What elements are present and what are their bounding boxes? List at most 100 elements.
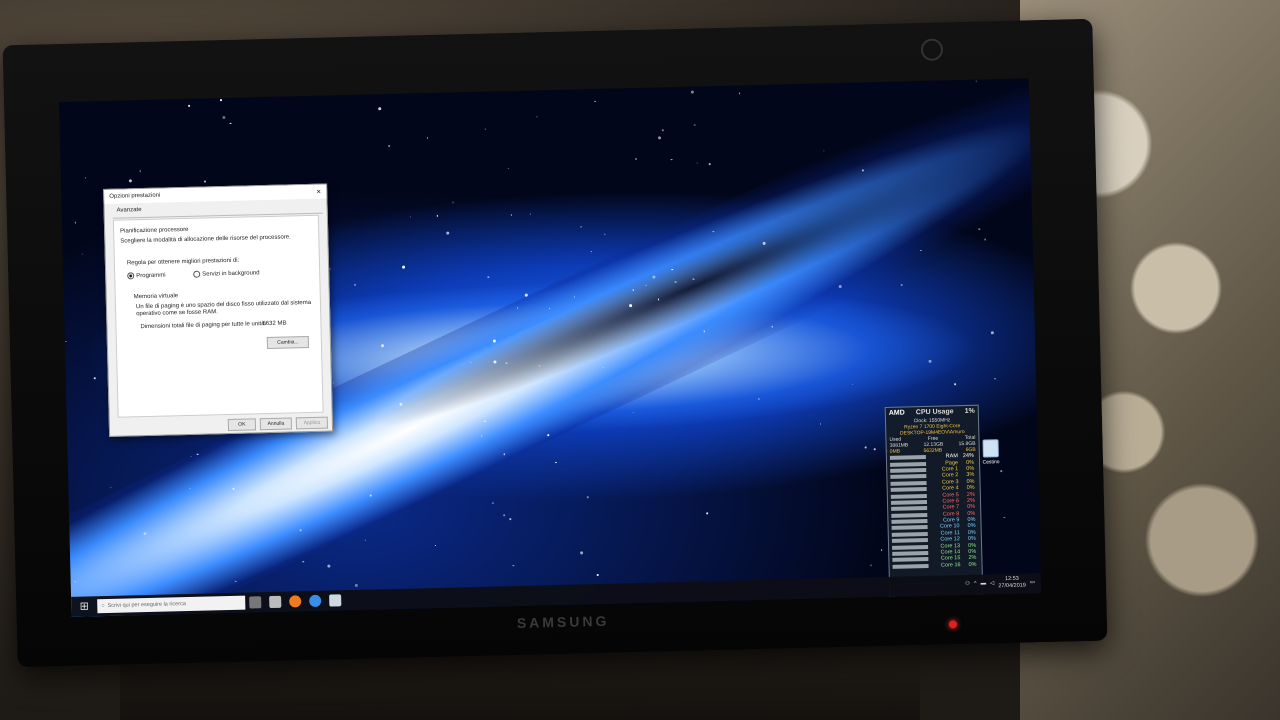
star — [299, 529, 302, 532]
chevron-up-icon[interactable]: ^ — [974, 581, 977, 587]
star — [657, 136, 661, 140]
star — [354, 584, 359, 588]
search-box[interactable]: ○ Scrivi qui per eseguire la ricerca — [97, 595, 246, 614]
star — [445, 231, 449, 235]
star — [188, 105, 190, 107]
star — [580, 226, 582, 228]
notifications-icon[interactable]: ▭ — [1030, 579, 1035, 585]
star — [548, 307, 551, 310]
processor-scheduling-desc: Scegliere la modalità di allocazione del… — [120, 234, 291, 245]
star — [671, 158, 673, 161]
star — [74, 221, 77, 224]
change-button[interactable]: Cambia... — [266, 336, 310, 350]
star — [505, 362, 508, 364]
app-icon[interactable] — [329, 594, 342, 607]
virtual-memory-desc-2: operativo come se fosse RAM. — [136, 309, 218, 318]
usage-bar — [889, 455, 926, 461]
star — [436, 215, 438, 217]
usage-bar — [891, 525, 928, 531]
star — [594, 100, 596, 103]
firefox-icon[interactable] — [289, 595, 302, 608]
task-view-icon[interactable] — [249, 596, 262, 609]
recycle-bin-label: Cestino — [982, 459, 1000, 466]
usage-bar — [890, 461, 927, 467]
dialog-titlebar: Opzioni prestazioni ✕ — [104, 184, 327, 204]
star — [512, 564, 515, 567]
star — [864, 446, 867, 449]
windows-start-icon[interactable]: ⊞ — [77, 599, 91, 613]
search-placeholder: Scrivi qui per eseguire la ricerca — [107, 601, 186, 610]
paging-size-label: Dimensioni totali file di paging per tut… — [140, 321, 267, 331]
core-pct: 0% — [968, 561, 977, 568]
star — [954, 383, 956, 386]
network-icon[interactable]: ▬ — [980, 581, 986, 587]
clock[interactable]: 12:53 27/04/2019 — [998, 576, 1026, 591]
performance-options-dialog: Opzioni prestazioni ✕ Avanzate Pianifica… — [103, 183, 334, 437]
star — [696, 161, 698, 164]
browser-icon[interactable] — [309, 594, 322, 608]
usage-bar — [890, 487, 927, 492]
star — [661, 129, 664, 132]
star — [657, 298, 660, 301]
star — [873, 448, 876, 450]
paging-size-value: 5632 MB — [262, 320, 287, 328]
star — [590, 250, 593, 253]
star — [110, 486, 112, 489]
star — [758, 398, 760, 400]
people-icon[interactable]: ⚇ — [965, 581, 970, 587]
usage-bar — [891, 506, 928, 512]
star — [529, 213, 532, 215]
star — [990, 331, 994, 335]
usage-bar — [890, 467, 927, 473]
system-tray: ⚇ ^ ▬ ◁ 12:53 27/04/2019 ▭ — [965, 575, 1035, 591]
recycle-bin[interactable]: Cestino — [975, 439, 1006, 466]
star — [503, 514, 505, 517]
radio-programs-label: Programmi — [136, 272, 166, 280]
virtual-memory-desc-1: Un file di paging è uno spazio del disco… — [135, 299, 312, 311]
usage-bar — [892, 550, 929, 556]
star — [509, 518, 512, 521]
star — [84, 177, 86, 179]
ok-button[interactable]: OK — [227, 418, 257, 432]
messaging-icon[interactable] — [269, 595, 282, 609]
usage-bar — [890, 474, 927, 480]
star — [838, 284, 842, 288]
star — [1000, 470, 1002, 473]
star — [64, 340, 67, 343]
clock-date: 27/04/2019 — [998, 582, 1026, 590]
star — [426, 137, 429, 139]
radio-programs[interactable]: Programmi — [127, 271, 166, 280]
star — [487, 276, 490, 278]
dialog-title: Opzioni prestazioni — [109, 192, 161, 200]
star — [555, 461, 557, 464]
star — [220, 99, 222, 102]
star — [536, 115, 538, 118]
usage-bar — [892, 563, 929, 569]
core-pct: 2% — [968, 555, 977, 562]
radio-background[interactable]: Servizi in background — [193, 269, 260, 278]
star — [302, 561, 304, 563]
gadget-core-row: Core 16 0% — [889, 561, 981, 570]
star — [762, 241, 766, 245]
star — [604, 233, 606, 236]
star — [507, 167, 509, 170]
virtual-memory-title: Memoria virtuale — [133, 293, 179, 301]
core-pct: 0% — [967, 510, 976, 517]
star — [709, 163, 711, 166]
star — [492, 339, 496, 343]
star — [354, 284, 356, 286]
core-pct: 0% — [966, 465, 975, 472]
star — [674, 281, 677, 283]
desktop-screen: Opzioni prestazioni ✕ Avanzate Pianifica… — [58, 78, 1042, 617]
close-icon[interactable]: ✕ — [316, 188, 321, 195]
star — [596, 574, 599, 576]
core-pct: 0% — [967, 523, 976, 530]
star — [900, 284, 903, 286]
apply-button[interactable]: Applica — [295, 416, 329, 430]
star — [329, 268, 332, 270]
volume-icon[interactable]: ◁ — [990, 580, 994, 586]
star — [399, 402, 403, 406]
cancel-button[interactable]: Annulla — [259, 417, 293, 431]
star — [870, 564, 872, 567]
usage-bar — [890, 499, 928, 505]
